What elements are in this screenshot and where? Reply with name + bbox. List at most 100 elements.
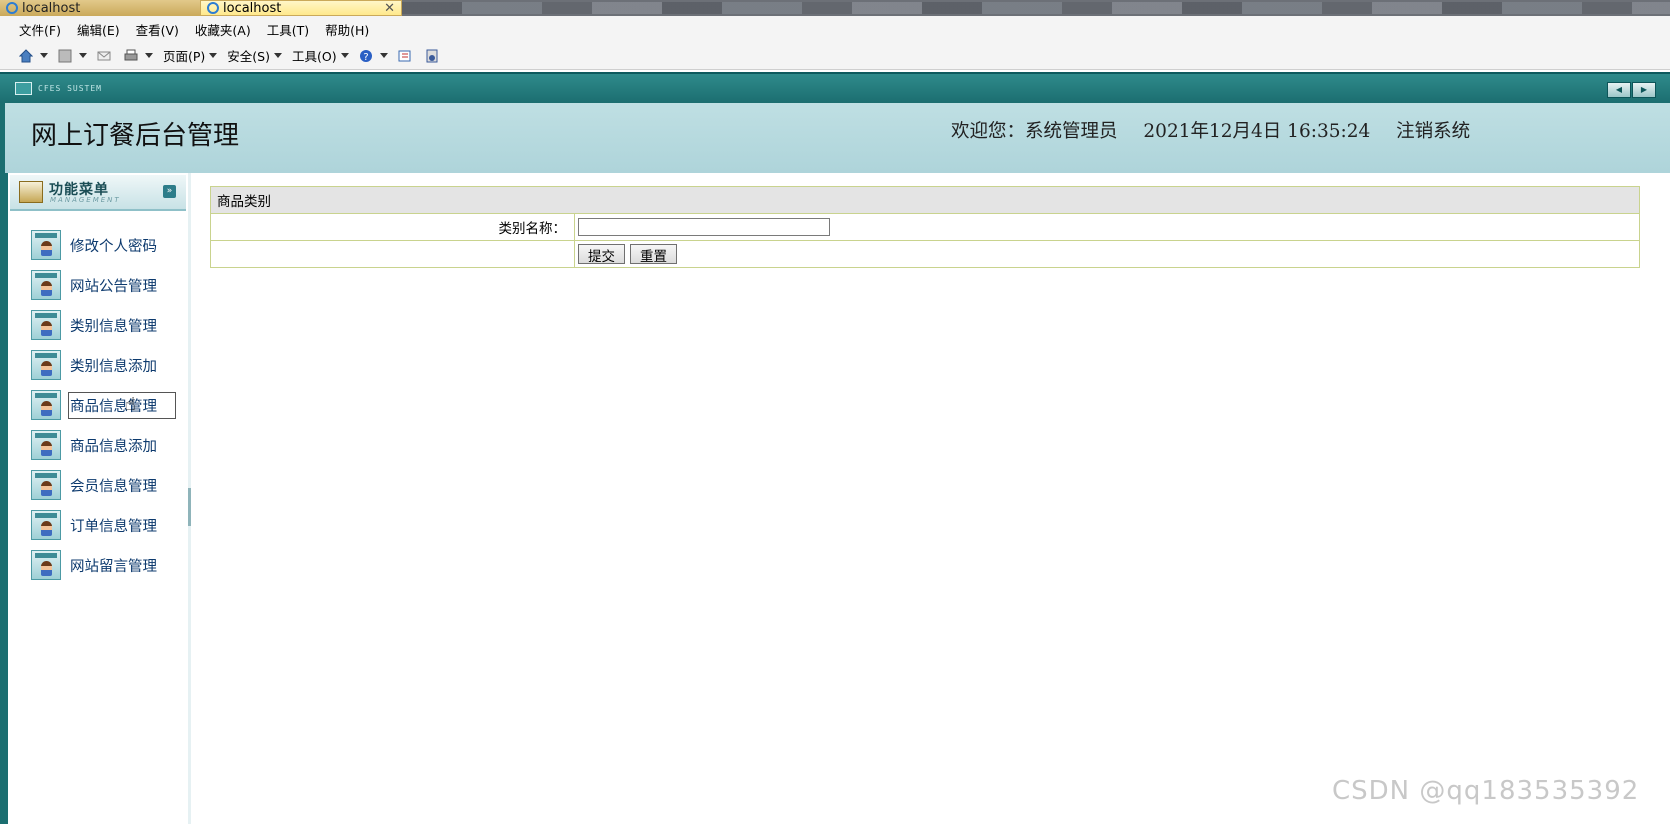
form-title: 商品类别: [210, 186, 1640, 214]
main-content: 商品类别 类别名称： 提交 重置: [210, 186, 1640, 268]
sidebar-item-category-add[interactable]: 类别信息添加: [31, 349, 159, 381]
category-form: 商品类别 类别名称： 提交 重置: [210, 186, 1640, 268]
sidebar-subtitle: MANAGEMENT: [50, 196, 121, 204]
sidebar: 功能菜单 MANAGEMENT » 修改个人密码 网站公告管理 类别信息管理 类…: [8, 173, 191, 824]
submit-button[interactable]: 提交: [578, 244, 625, 265]
mail-button[interactable]: [97, 49, 114, 63]
browser-command-bar: 页面(P) 安全(S) 工具(O) ?: [0, 42, 1670, 70]
help-icon: ?: [359, 49, 372, 63]
tab-title: localhost: [223, 0, 282, 16]
user-icon: [31, 230, 61, 260]
category-name-input[interactable]: [578, 218, 830, 236]
collapse-icon[interactable]: »: [163, 185, 176, 198]
chevron-down-icon: [209, 53, 218, 58]
user-icon: [31, 510, 61, 540]
browser-menu-bar: 文件(F) 编辑(E) 查看(V) 收藏夹(A) 工具(T) 帮助(H): [0, 16, 1670, 42]
user-info: 欢迎您：系统管理员 2021年12月4日 16:35:24 注销系统: [951, 117, 1490, 143]
safety-menu-button[interactable]: 安全(S): [227, 46, 282, 65]
chevron-down-icon[interactable]: [79, 53, 87, 58]
reset-button[interactable]: 重置: [630, 244, 677, 265]
menu-file[interactable]: 文件(F): [19, 20, 61, 39]
ie-icon: [6, 2, 18, 14]
user-icon: [31, 310, 61, 340]
tools-menu-label: 工具(O): [292, 49, 337, 64]
frame-nav: ◀ ▶: [1606, 82, 1656, 98]
page-title: 网上订餐后台管理: [31, 121, 240, 151]
sidebar-item-product-add[interactable]: 商品信息添加: [31, 429, 159, 461]
browser-tab-strip: localhost localhost ✕: [0, 0, 1670, 16]
user-icon: [31, 430, 61, 460]
current-datetime: 2021年12月4日 16:35:24: [1143, 121, 1371, 142]
app-frame-bar: CFES SUSTEM ◀ ▶: [0, 72, 1670, 105]
help-button[interactable]: ?: [359, 49, 388, 63]
watermark: CSDN @qq183535392: [1332, 776, 1640, 806]
sidebar-item-label[interactable]: 类别信息添加: [68, 353, 159, 378]
sidebar-item-messages[interactable]: 网站留言管理: [31, 549, 159, 581]
sidebar-item-orders[interactable]: 订单信息管理: [31, 509, 159, 541]
safety-menu-label: 安全(S): [227, 49, 270, 64]
svg-text:?: ?: [363, 52, 368, 63]
feeds-button[interactable]: [58, 49, 87, 63]
sidebar-item-product-manage[interactable]: 商品信息管理: [31, 389, 176, 421]
sidebar-item-announcements[interactable]: 网站公告管理: [31, 269, 159, 301]
menu-box-icon: [19, 181, 43, 203]
printer-icon: [124, 49, 138, 60]
prev-arrow-icon[interactable]: ◀: [1607, 82, 1631, 98]
monitor-icon: [15, 82, 32, 95]
menu-help[interactable]: 帮助(H): [325, 20, 369, 39]
sidebar-item-label[interactable]: 网站公告管理: [68, 273, 159, 298]
sidebar-item-label[interactable]: 商品信息管理: [68, 391, 176, 419]
chevron-down-icon[interactable]: [40, 53, 48, 58]
page-menu-button[interactable]: 页面(P): [163, 46, 218, 65]
splitter-grip[interactable]: [188, 488, 191, 526]
user-icon: [31, 470, 61, 500]
button-cell: 提交 重置: [574, 240, 1640, 268]
home-button[interactable]: [19, 48, 48, 63]
user-icon: [31, 350, 61, 380]
sidebar-item-label[interactable]: 修改个人密码: [68, 233, 159, 258]
chevron-down-icon[interactable]: [145, 53, 153, 58]
print-button[interactable]: [124, 49, 153, 63]
welcome-text: 欢迎您：系统管理员: [951, 121, 1118, 142]
sidebar-item-label[interactable]: 会员信息管理: [68, 473, 159, 498]
chevron-down-icon: [340, 53, 349, 58]
menu-tools[interactable]: 工具(T): [267, 20, 309, 39]
tab-title: localhost: [22, 0, 81, 16]
user-icon: [31, 270, 61, 300]
home-icon: [19, 48, 33, 62]
sidebar-item-change-password[interactable]: 修改个人密码: [31, 229, 159, 261]
translate-icon: [426, 49, 438, 62]
sidebar-item-label[interactable]: 商品信息添加: [68, 433, 159, 458]
category-name-cell: [574, 213, 1640, 241]
next-arrow-icon[interactable]: ▶: [1632, 82, 1656, 98]
user-icon: [31, 390, 61, 420]
blurred-tabs: [402, 2, 1670, 14]
sidebar-item-label[interactable]: 类别信息管理: [68, 313, 159, 338]
menu-favorites[interactable]: 收藏夹(A): [195, 20, 251, 39]
tools-menu-button[interactable]: 工具(O): [292, 46, 349, 65]
sidebar-header: 功能菜单 MANAGEMENT »: [10, 175, 186, 211]
empty-cell: [210, 240, 575, 268]
research-button[interactable]: [398, 49, 415, 63]
left-frame-edge: [0, 103, 8, 824]
browser-tab-1[interactable]: localhost: [0, 0, 200, 16]
page-menu-label: 页面(P): [163, 49, 206, 64]
sidebar-item-label[interactable]: 订单信息管理: [68, 513, 159, 538]
frame-label: CFES SUSTEM: [38, 84, 102, 93]
menu-view[interactable]: 查看(V): [136, 20, 179, 39]
research-icon: [398, 50, 411, 61]
rss-icon: [58, 49, 72, 62]
hand-cursor-icon: ☝: [125, 394, 136, 415]
mail-icon: [97, 51, 111, 60]
translate-button[interactable]: [425, 49, 442, 63]
sidebar-item-members[interactable]: 会员信息管理: [31, 469, 159, 501]
sidebar-item-category-manage[interactable]: 类别信息管理: [31, 309, 159, 341]
close-tab-icon[interactable]: ✕: [384, 1, 395, 16]
sidebar-item-label[interactable]: 网站留言管理: [68, 553, 159, 578]
browser-tab-2-active[interactable]: localhost ✕: [200, 0, 402, 16]
ie-icon: [207, 2, 219, 14]
app-header: 网上订餐后台管理 欢迎您：系统管理员 2021年12月4日 16:35:24 注…: [5, 103, 1670, 173]
logout-link[interactable]: 注销系统: [1396, 121, 1470, 142]
category-name-label: 类别名称：: [210, 213, 575, 241]
menu-edit[interactable]: 编辑(E): [77, 20, 120, 39]
